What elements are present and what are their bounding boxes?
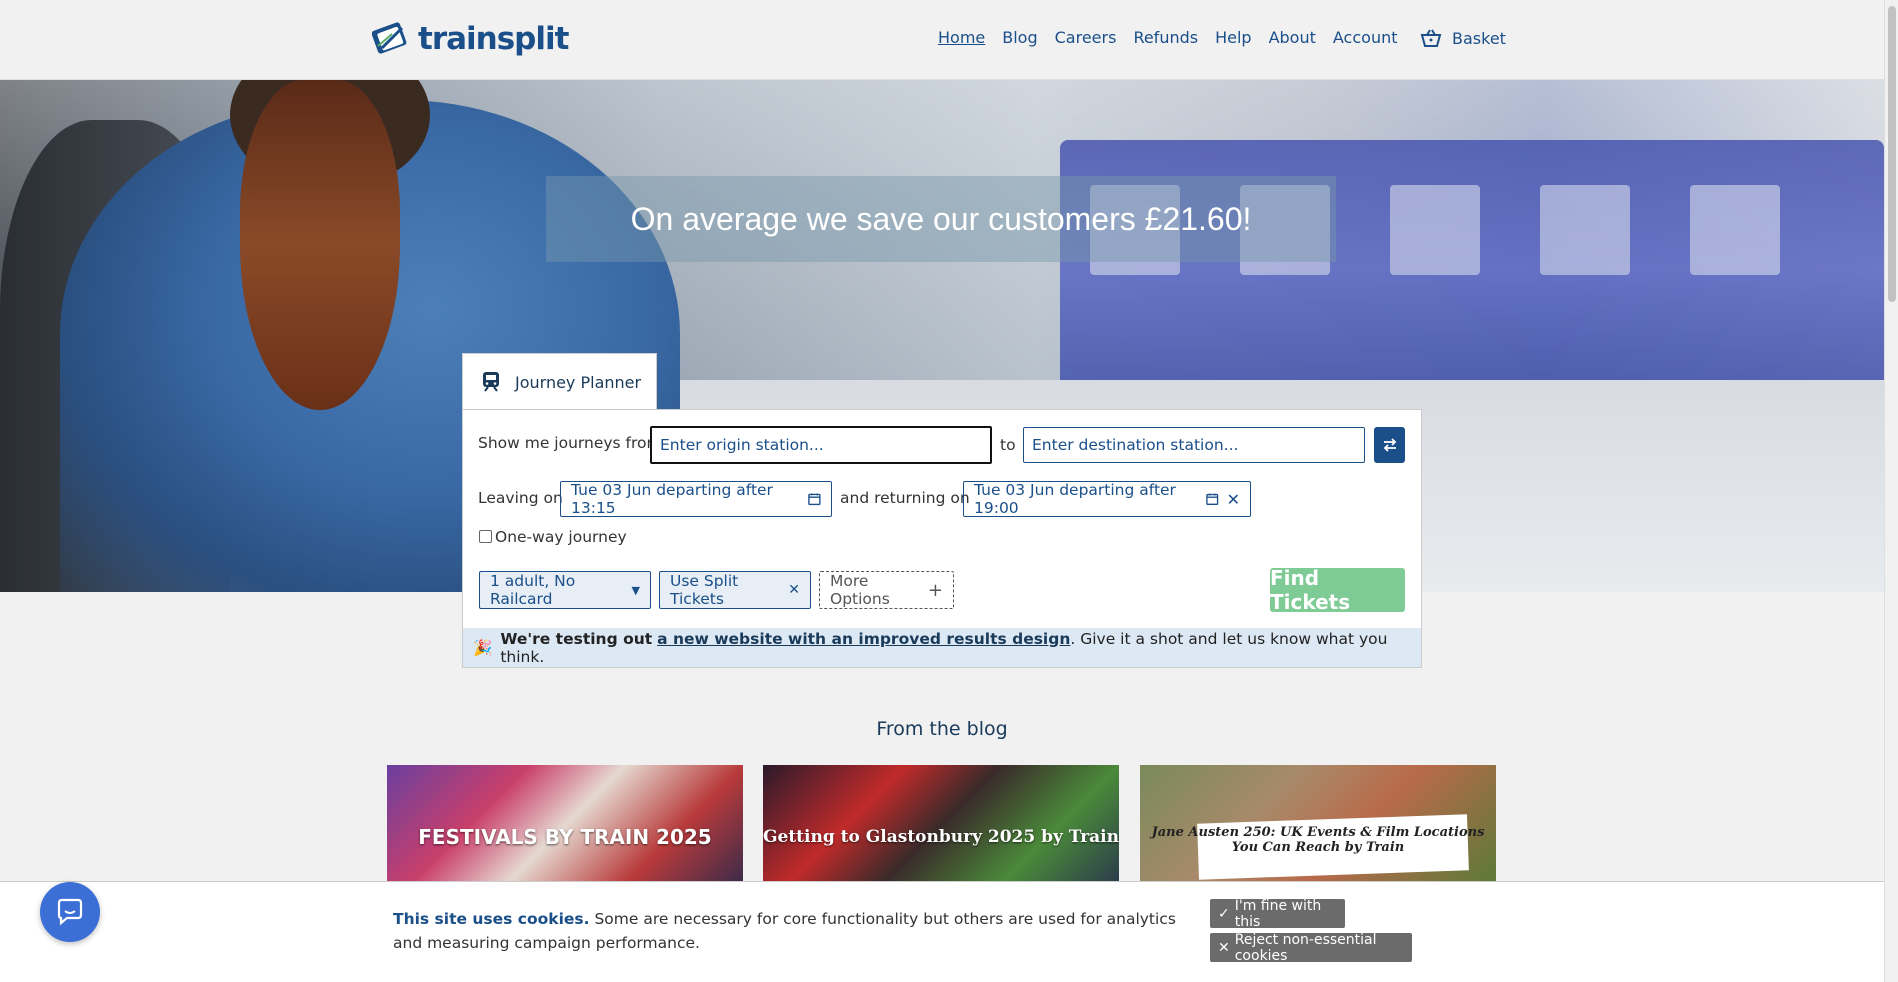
origin-placeholder: Enter origin station... (660, 436, 824, 454)
party-icon: 🎉 (473, 638, 493, 657)
nav-about[interactable]: About (1269, 28, 1316, 47)
split-tickets-label: Use Split Tickets (670, 572, 739, 608)
one-way-checkbox[interactable] (479, 530, 492, 543)
basket-link[interactable]: Basket (1420, 28, 1506, 48)
blog-card-caption: Getting to Glastonbury 2025 by Train (763, 827, 1119, 847)
site-header: trainsplit Home Blog Careers Refunds Hel… (0, 0, 1884, 80)
one-way-label[interactable]: One-way journey (495, 528, 627, 546)
returning-date-picker[interactable]: Tue 03 Jun departing after 19:00 ✕ (963, 481, 1251, 517)
cookie-banner: This site uses cookies. Some are necessa… (0, 881, 1884, 982)
notice-text: We're testing out a new website with an … (500, 630, 1421, 666)
main-nav: Home Blog Careers Refunds Help About Acc… (938, 28, 1398, 47)
returning-date-value: Tue 03 Jun departing after 19:00 (974, 481, 1176, 517)
trainsplit-logo[interactable]: trainsplit (372, 20, 569, 58)
calendar-icon (1206, 493, 1219, 506)
more-options-button[interactable]: More Options + (819, 571, 954, 609)
blog-card-caption: FESTIVALS BY TRAIN 2025 (418, 825, 712, 849)
chat-launcher-button[interactable] (40, 882, 100, 942)
split-tickets-toggle[interactable]: Use Split Tickets ✕ (659, 571, 811, 609)
hero-hair (240, 80, 400, 410)
blog-card-caption: Jane Austen 250: UK Events & Film Locati… (1151, 825, 1485, 855)
passengers-value: 1 adult, No Railcard (490, 572, 576, 608)
logo-icon (372, 22, 407, 54)
tab-journey-planner-label: Journey Planner (515, 372, 642, 392)
logo-wordmark: trainsplit (418, 21, 569, 57)
nav-careers[interactable]: Careers (1055, 28, 1117, 47)
page-scrollbar[interactable] (1884, 0, 1898, 982)
nav-help[interactable]: Help (1215, 28, 1251, 47)
reject-cookies-label: Reject non-essential cookies (1234, 931, 1377, 964)
blog-card[interactable]: FESTIVALS BY TRAIN 2025 (387, 765, 743, 885)
more-options-label: More Options (830, 572, 890, 608)
reject-cookies-button[interactable]: ✕ Reject non-essential cookies (1210, 931, 1412, 964)
scrollbar-thumb[interactable] (1888, 6, 1896, 302)
blog-section-title: From the blog (876, 718, 1008, 740)
cookie-message: This site uses cookies. Some are necessa… (393, 907, 1183, 955)
close-icon[interactable]: ✕ (788, 582, 800, 598)
notice-lead: We're testing out (500, 629, 653, 648)
check-icon: ✓ (1218, 905, 1230, 922)
leaving-date-picker[interactable]: Tue 03 Jun departing after 13:15 (560, 481, 832, 517)
accept-cookies-label: I'm fine with this (1234, 897, 1322, 930)
swap-stations-button[interactable] (1374, 427, 1405, 463)
notice-link[interactable]: a new website with an improved results d… (657, 630, 1070, 648)
tab-journey-planner[interactable]: Journey Planner (462, 353, 657, 410)
caret-down-icon: ▼ (631, 583, 640, 597)
returning-label: and returning on (840, 489, 970, 507)
hero-banner: On average we save our customers £21.60! (546, 176, 1336, 262)
passengers-dropdown[interactable]: 1 adult, No Railcard ▼ (479, 571, 651, 609)
clear-return-icon[interactable]: ✕ (1227, 490, 1240, 509)
hero-headline: On average we save our customers £21.60! (630, 200, 1252, 237)
destination-station-input[interactable]: Enter destination station... (1023, 427, 1365, 463)
leaving-date-value: Tue 03 Jun departing after 13:15 (571, 481, 773, 517)
cookie-heading: This site uses cookies. (393, 910, 590, 928)
beta-notice: 🎉 We're testing out a new website with a… (462, 628, 1422, 668)
nav-home[interactable]: Home (938, 28, 985, 47)
basket-icon (1420, 29, 1442, 47)
close-icon: ✕ (1218, 939, 1230, 956)
blog-card[interactable]: Jane Austen 250: UK Events & Film Locati… (1140, 765, 1496, 885)
from-label: Show me journeys from (478, 434, 662, 452)
origin-station-input[interactable]: Enter origin station... (650, 426, 992, 464)
nav-refunds[interactable]: Refunds (1133, 28, 1198, 47)
chat-icon (57, 898, 83, 926)
calendar-icon (808, 493, 821, 506)
accept-cookies-button[interactable]: ✓ I'm fine with this (1210, 897, 1345, 930)
nav-blog[interactable]: Blog (1002, 28, 1037, 47)
find-tickets-button[interactable]: Find Tickets (1270, 566, 1405, 614)
swap-icon (1383, 438, 1396, 452)
nav-account[interactable]: Account (1333, 28, 1398, 47)
to-label: to (1000, 436, 1016, 454)
destination-placeholder: Enter destination station... (1032, 436, 1239, 454)
train-icon (483, 372, 499, 392)
leaving-label: Leaving on (478, 489, 563, 507)
plus-icon: + (927, 579, 943, 601)
basket-label: Basket (1452, 28, 1506, 48)
blog-card[interactable]: Getting to Glastonbury 2025 by Train (763, 765, 1119, 885)
